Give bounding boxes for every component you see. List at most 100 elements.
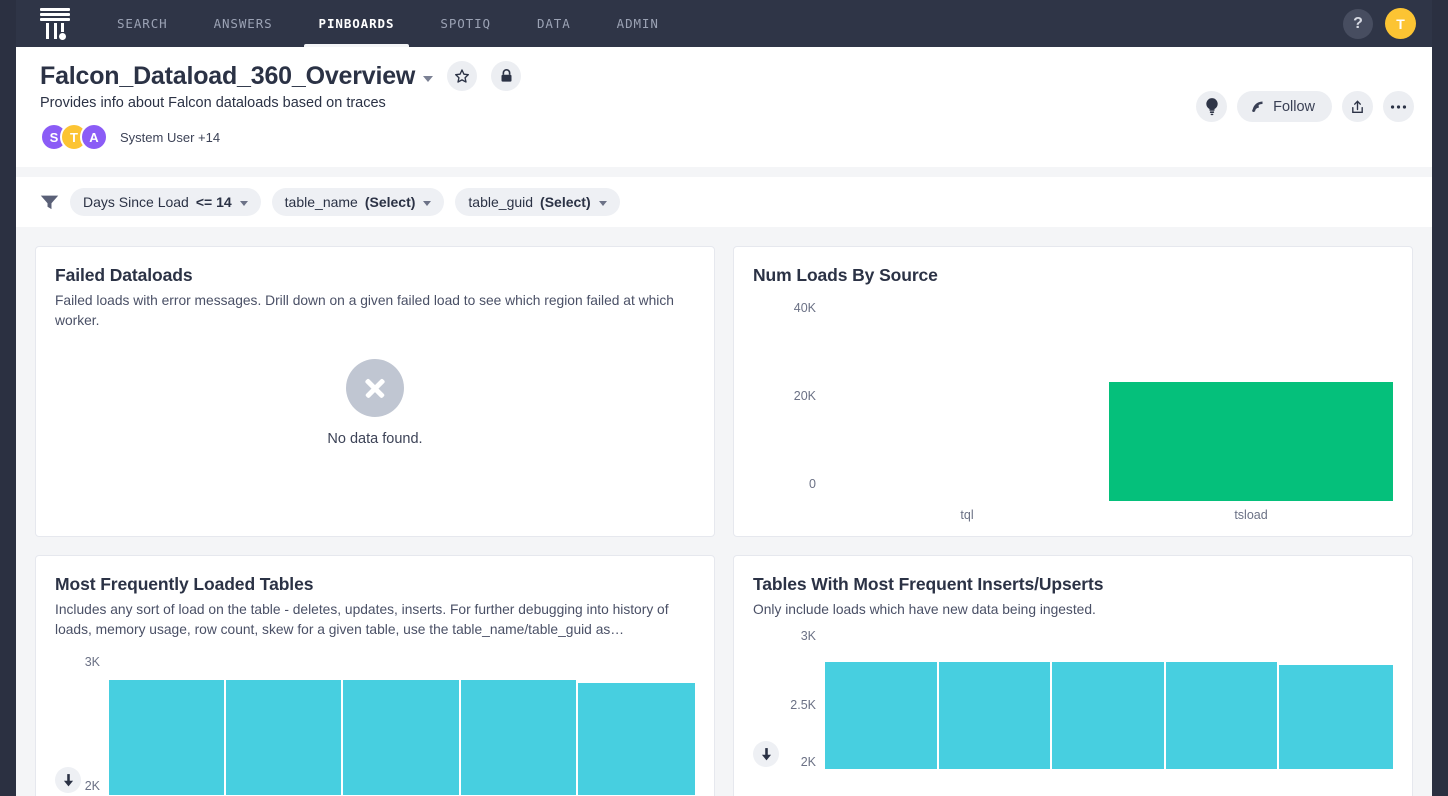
chart-num-loads-by-source[interactable]: 40K 20K 0 tql tsload <box>753 308 1393 523</box>
scroll-down-button[interactable] <box>55 767 81 793</box>
filter-chip-days-since-load[interactable]: Days Since Load <= 14 <box>70 188 261 216</box>
panel-title: Tables With Most Frequent Inserts/Upsert… <box>753 574 1393 595</box>
title-row: Falcon_Dataload_360_Overview <box>40 61 1408 91</box>
empty-state: No data found. <box>55 359 695 447</box>
bar-series <box>109 649 695 795</box>
bar[interactable] <box>578 683 695 795</box>
panel-title: Num Loads By Source <box>753 265 1393 286</box>
bar[interactable] <box>1052 662 1166 769</box>
chart-tables-most-frequent-inserts[interactable]: 3K 2.5K 2K <box>753 633 1393 791</box>
y-axis-tick: 20K <box>794 389 816 403</box>
arrow-down-icon <box>761 748 772 761</box>
chart-most-frequently-loaded-tables[interactable]: 3K 2K <box>55 649 695 796</box>
bar[interactable] <box>825 662 939 769</box>
avatar-group: S T A <box>40 123 108 151</box>
nav-tab-spotiq[interactable]: SPOTIQ <box>417 0 514 47</box>
bar-slot[interactable] <box>578 649 695 795</box>
pinboard-grid: Failed Dataloads Failed loads with error… <box>16 227 1432 796</box>
bar[interactable] <box>1166 662 1280 769</box>
chevron-down-icon <box>423 201 431 206</box>
panel-most-frequently-loaded-tables[interactable]: Most Frequently Loaded Tables Includes a… <box>35 555 715 796</box>
more-horizontal-icon <box>1390 104 1407 110</box>
filter-chip-name: Days Since Load <box>83 194 189 210</box>
no-data-icon <box>346 359 404 417</box>
top-navigation-bar: SEARCH ANSWERS PINBOARDS SPOTIQ DATA ADM… <box>16 0 1432 47</box>
x-axis-tick: tql <box>825 508 1109 522</box>
filter-chip-table-guid[interactable]: table_guid (Select) <box>455 188 619 216</box>
lightbulb-icon <box>1204 97 1220 116</box>
share-button[interactable] <box>1342 91 1373 122</box>
bar[interactable] <box>939 662 1053 769</box>
share-icon <box>1350 99 1365 115</box>
arrow-down-icon <box>63 774 74 787</box>
chevron-down-icon <box>240 201 248 206</box>
bar-slot[interactable] <box>226 649 343 795</box>
filter-bar: Days Since Load <= 14 table_name (Select… <box>16 177 1432 227</box>
bar-slot[interactable]: tsload <box>1109 308 1393 501</box>
shared-users-row: S T A System User +14 <box>40 123 1408 151</box>
bar-slot[interactable] <box>825 633 939 769</box>
filter-chip-value: <= 14 <box>196 194 232 210</box>
bar[interactable] <box>226 680 343 795</box>
follow-label: Follow <box>1273 99 1315 115</box>
panel-title: Failed Dataloads <box>55 265 695 286</box>
nav-tab-answers[interactable]: ANSWERS <box>191 0 296 47</box>
app-window: SEARCH ANSWERS PINBOARDS SPOTIQ DATA ADM… <box>16 0 1432 796</box>
nav-tab-pinboards[interactable]: PINBOARDS <box>296 0 418 47</box>
y-axis-tick: 3K <box>801 629 816 643</box>
panel-description: Includes any sort of load on the table -… <box>55 600 695 640</box>
rss-follow-icon <box>1250 99 1265 114</box>
title-chevron-down-icon[interactable] <box>423 76 433 82</box>
bar-slot[interactable] <box>343 649 460 795</box>
page-title: Falcon_Dataload_360_Overview <box>40 62 415 91</box>
filter-chip-table-name[interactable]: table_name (Select) <box>272 188 445 216</box>
plot-area: 3K 2.5K 2K <box>825 633 1393 769</box>
panel-num-loads-by-source[interactable]: Num Loads By Source 40K 20K 0 tql tsload <box>733 246 1413 537</box>
nav-tab-search[interactable]: SEARCH <box>94 0 191 47</box>
filter-funnel-icon[interactable] <box>40 194 59 210</box>
bar[interactable] <box>1109 382 1393 501</box>
app-logo[interactable] <box>16 0 94 47</box>
y-axis-tick: 0 <box>809 477 816 491</box>
nav-tab-data[interactable]: DATA <box>514 0 594 47</box>
bar[interactable] <box>109 680 226 795</box>
shared-users-label: System User +14 <box>120 130 220 145</box>
insights-lightbulb-button[interactable] <box>1196 91 1227 122</box>
chevron-down-icon <box>599 201 607 206</box>
more-options-button[interactable] <box>1383 91 1414 122</box>
panel-tables-most-frequent-inserts[interactable]: Tables With Most Frequent Inserts/Upsert… <box>733 555 1413 796</box>
x-axis-tick: tsload <box>1109 508 1393 522</box>
user-avatar[interactable]: T <box>1385 8 1416 39</box>
bar-slot[interactable] <box>1166 633 1280 769</box>
help-icon[interactable]: ? <box>1343 9 1373 39</box>
bar[interactable] <box>461 680 578 795</box>
bar[interactable] <box>1279 665 1393 769</box>
avatar[interactable]: A <box>80 123 108 151</box>
panel-failed-dataloads[interactable]: Failed Dataloads Failed loads with error… <box>35 246 715 537</box>
favorite-star-button[interactable] <box>447 61 477 91</box>
star-icon <box>454 68 470 84</box>
follow-button[interactable]: Follow <box>1237 91 1332 122</box>
bar-slot[interactable] <box>109 649 226 795</box>
y-axis-tick: 40K <box>794 301 816 315</box>
bar-slot[interactable] <box>1052 633 1166 769</box>
pinboard-header: Falcon_Dataload_360_Overview Provides in… <box>16 47 1432 167</box>
bar-series <box>825 633 1393 769</box>
nav-tabs: SEARCH ANSWERS PINBOARDS SPOTIQ DATA ADM… <box>94 0 682 47</box>
permissions-lock-button[interactable] <box>491 61 521 91</box>
y-axis-tick: 2K <box>85 779 100 793</box>
bar-series: tql tsload <box>825 308 1393 501</box>
filter-chip-value: (Select) <box>540 194 591 210</box>
bar-slot[interactable] <box>939 633 1053 769</box>
thoughtspot-logo-icon <box>40 8 70 39</box>
bar-slot[interactable]: tql <box>825 308 1109 501</box>
scroll-down-button[interactable] <box>753 741 779 767</box>
empty-state-message: No data found. <box>327 431 422 447</box>
nav-tab-admin[interactable]: ADMIN <box>594 0 682 47</box>
bar-slot[interactable] <box>1279 633 1393 769</box>
y-axis-tick: 3K <box>85 655 100 669</box>
bar-slot[interactable] <box>461 649 578 795</box>
lock-icon <box>499 68 514 84</box>
panel-description: Failed loads with error messages. Drill … <box>55 291 695 331</box>
bar[interactable] <box>343 680 460 795</box>
